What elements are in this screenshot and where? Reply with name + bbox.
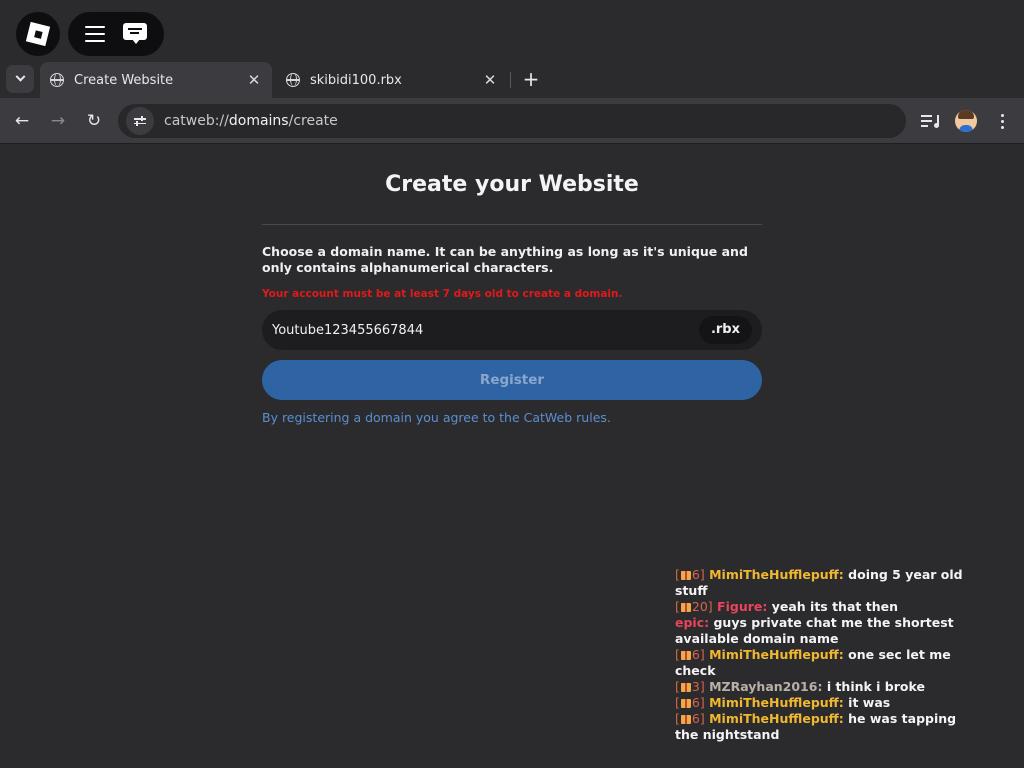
- globe-icon: [286, 73, 300, 87]
- chat-username[interactable]: Figure:: [717, 599, 767, 614]
- chat-message: [6] MimiTheHufflepuff: doing 5 year old …: [675, 567, 975, 599]
- domain-instructions: Choose a domain name. It can be anything…: [262, 244, 748, 275]
- chat-tag-open: [: [675, 695, 680, 710]
- avatar: [955, 110, 977, 132]
- chat-level: 20]: [691, 599, 713, 614]
- tab-close-icon[interactable]: ✕: [482, 71, 498, 89]
- new-tab-button[interactable]: +: [520, 66, 542, 92]
- chat-tag-open: [: [675, 711, 680, 726]
- domain-name-input[interactable]: [262, 310, 699, 350]
- register-button[interactable]: Register: [262, 360, 762, 400]
- chat-text: i think i broke: [826, 679, 925, 694]
- chat-level: 6]: [691, 647, 705, 662]
- gift-icon: [680, 699, 691, 708]
- chat-message: epic: guys private chat me the shortest …: [675, 615, 975, 647]
- chat-message: [3] MZRayhan2016: i think i broke: [675, 679, 975, 695]
- chat-tag-open: [: [675, 567, 680, 582]
- chat-text: it was: [848, 695, 891, 710]
- tab-strip: Create Website ✕ skibidi100.rbx ✕ +: [0, 60, 1024, 98]
- browser-menu-button[interactable]: [989, 108, 1015, 134]
- error-message: Your account must be at least 7 days old…: [262, 288, 623, 300]
- tab-separator: [510, 72, 511, 88]
- roblox-controls: [68, 12, 164, 56]
- tab-search-button[interactable]: [6, 65, 34, 93]
- chat-level: 3]: [691, 679, 705, 694]
- back-button[interactable]: ←: [9, 108, 35, 134]
- chat-tag-open: [: [675, 679, 680, 694]
- hamburger-menu-icon[interactable]: [85, 26, 105, 42]
- chat-toggle-icon[interactable]: [123, 23, 147, 45]
- chat-username[interactable]: MZRayhan2016:: [709, 679, 822, 694]
- tab-title: Create Website: [74, 72, 174, 88]
- chat-message: [6] MimiTheHufflepuff: one sec let me ch…: [675, 647, 975, 679]
- tld-badge: .rbx: [698, 316, 752, 344]
- tab-create-website[interactable]: Create Website ✕: [40, 62, 272, 98]
- chat-text: guys private chat me the shortest availa…: [675, 615, 954, 646]
- chat-tag-open: [: [675, 599, 680, 614]
- browser-toolbar: ← → ↻ catweb://domains/create: [0, 98, 1024, 144]
- chat-message: [6] MimiTheHufflepuff: he was tapping th…: [675, 711, 975, 743]
- chat-username[interactable]: epic:: [675, 615, 709, 630]
- roblox-logo-icon: [25, 21, 51, 47]
- gift-icon: [680, 603, 691, 612]
- media-queue-icon: [921, 114, 939, 128]
- media-control-button[interactable]: [917, 108, 943, 134]
- profile-button[interactable]: [953, 108, 979, 134]
- forward-button[interactable]: →: [45, 108, 71, 134]
- url-text[interactable]: catweb://domains/create: [164, 113, 338, 129]
- address-bar[interactable]: catweb://domains/create: [118, 104, 906, 138]
- chat-tag-open: [: [675, 647, 680, 662]
- chat-username[interactable]: MimiTheHufflepuff:: [709, 711, 844, 726]
- tab-title: skibidi100.rbx: [310, 72, 402, 88]
- tab-skibidi[interactable]: skibidi100.rbx ✕: [276, 62, 508, 98]
- chat-level: 6]: [691, 695, 705, 710]
- gift-icon: [680, 651, 691, 660]
- chat-message: [20] Figure: yeah its that then: [675, 599, 975, 615]
- roblox-menu-button[interactable]: [16, 12, 60, 56]
- more-vert-icon: [1000, 113, 1004, 129]
- chat-log: [6] MimiTheHufflepuff: doing 5 year old …: [675, 567, 975, 743]
- reload-button[interactable]: ↻: [81, 108, 107, 134]
- chat-username[interactable]: MimiTheHufflepuff:: [709, 567, 844, 582]
- chat-text: yeah its that then: [771, 599, 898, 614]
- site-settings-icon[interactable]: [126, 107, 154, 135]
- gift-icon: [680, 715, 691, 724]
- globe-icon: [50, 73, 64, 87]
- chat-username[interactable]: MimiTheHufflepuff:: [709, 695, 844, 710]
- chat-message: [6] MimiTheHufflepuff: it was: [675, 695, 975, 711]
- chat-level: 6]: [691, 711, 705, 726]
- rules-link[interactable]: By registering a domain you agree to the…: [262, 410, 611, 425]
- gift-icon: [680, 571, 691, 580]
- page-title: Create your Website: [385, 172, 639, 197]
- divider: [262, 224, 762, 225]
- chat-level: 6]: [691, 567, 705, 582]
- chevron-down-icon: [15, 71, 25, 82]
- chat-username[interactable]: MimiTheHufflepuff:: [709, 647, 844, 662]
- domain-field: .rbx: [262, 310, 762, 350]
- tab-close-icon[interactable]: ✕: [246, 71, 262, 89]
- gift-icon: [680, 683, 691, 692]
